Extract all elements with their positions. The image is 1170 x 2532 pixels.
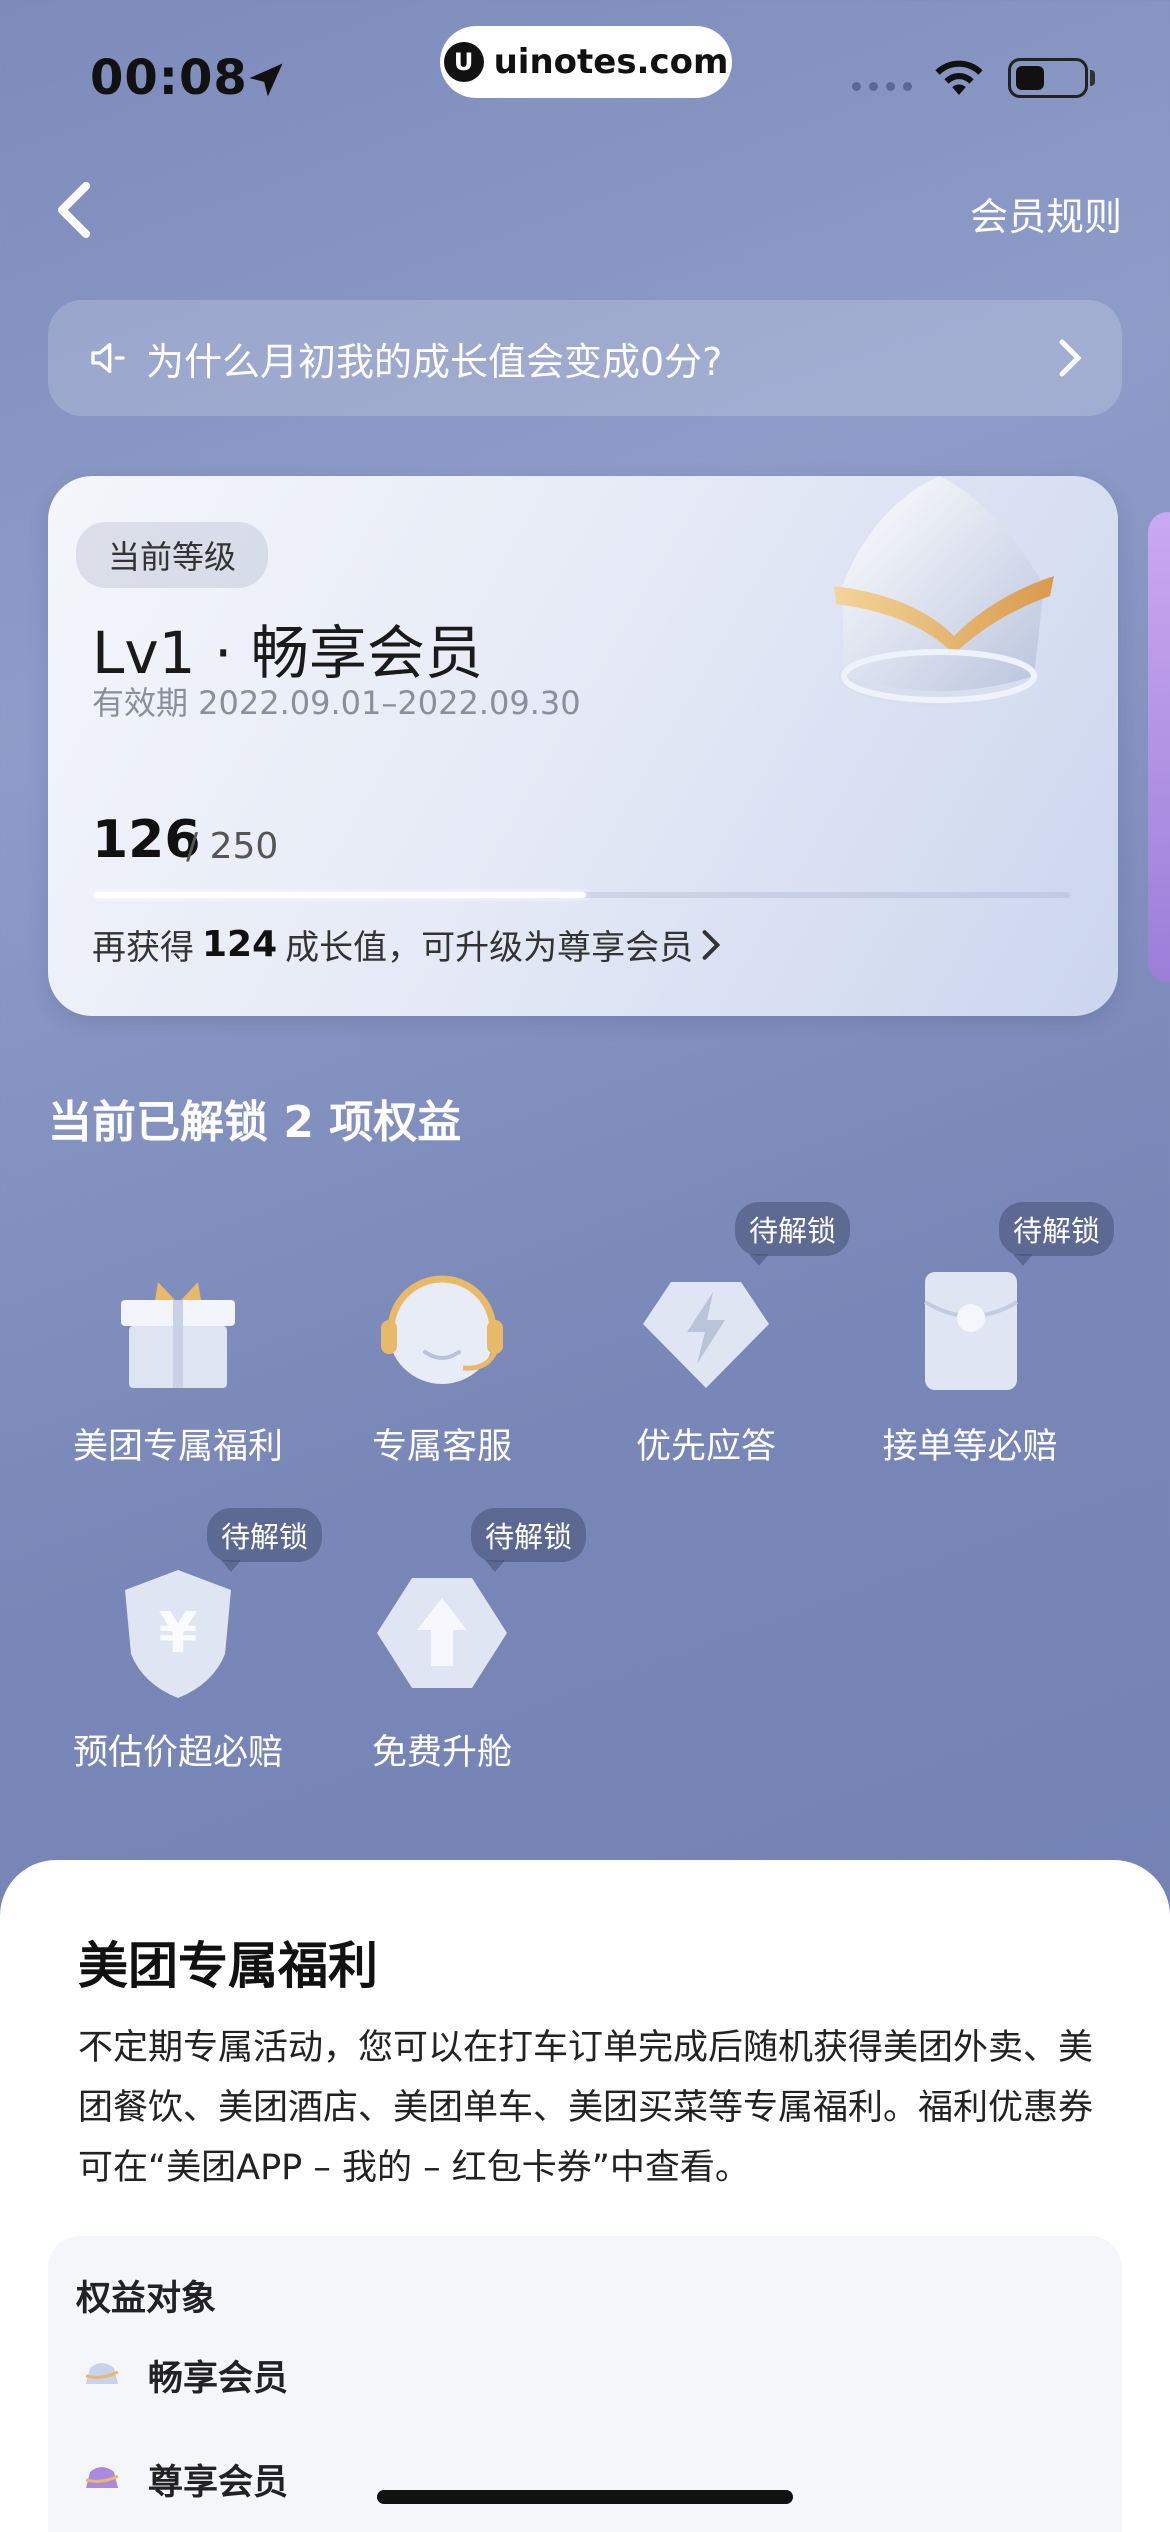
growth-value-total: / 250 [186, 826, 279, 867]
benefit-priority-response[interactable]: 优先应答 待解锁 [574, 1202, 850, 1482]
benefit-free-upgrade[interactable]: 免费升舱 待解锁 [310, 1508, 586, 1788]
upgrade-hint[interactable]: 再获得 124 成长值，可升级为尊享会员 [92, 920, 721, 969]
upgrade-value: 124 [202, 924, 278, 965]
battery-tip [1090, 70, 1095, 86]
chevron-right-icon [1059, 339, 1082, 377]
crown-icon [834, 476, 1054, 706]
audience-item-premium-member: 尊享会员 [80, 2454, 288, 2505]
member-rules-link[interactable]: 会员规则 [970, 186, 1122, 241]
benefit-label: 优先应答 [635, 1427, 776, 1467]
locked-tag: 待解锁 [206, 1508, 322, 1572]
benefit-meituan-exclusive[interactable]: 美团专属福利 [46, 1222, 310, 1482]
growth-value-current: 126 [92, 810, 201, 870]
benefit-accept-guarantee[interactable]: 接单等必赔 待解锁 [838, 1202, 1114, 1482]
gift-icon [121, 1282, 235, 1388]
current-level-badge: 当前等级 [76, 522, 269, 588]
benefit-label: 免费升舱 [371, 1733, 512, 1773]
growth-progress-bar [94, 892, 1070, 898]
growth-progress-fill [94, 892, 586, 898]
chevron-right-icon [702, 929, 721, 960]
locked-tag: 待解锁 [734, 1202, 850, 1266]
audience-item-enjoy-member: 畅享会员 [80, 2350, 288, 2401]
svg-text:¥: ¥ [159, 1601, 198, 1666]
sheet-description: 不定期专属活动，您可以在打车订单完成后随机获得美团外卖、美团餐饮、美团酒店、美团… [78, 2028, 1094, 2188]
faq-notice-bar[interactable]: 为什么月初我的成长值会变成0分? [48, 300, 1122, 416]
benefit-label: 专属客服 [371, 1427, 512, 1467]
watermark-text: uinotes.com [493, 42, 729, 82]
status-time: 00:08 [90, 50, 248, 106]
notice-text: 为什么月初我的成长值会变成0分? [146, 339, 723, 384]
level-card[interactable]: 当前等级 Lv1 · 畅享会员 有效期 2022.09.01–2022.09.3… [48, 476, 1118, 1016]
headset-icon [381, 1275, 503, 1384]
locked-tag: 待解锁 [470, 1508, 586, 1572]
back-chevron-icon[interactable] [52, 180, 96, 240]
envelope-icon [923, 1272, 1019, 1390]
unlocked-benefits-title: 当前已解锁 2 项权益 [48, 1097, 462, 1148]
upgrade-prefix: 再获得 [92, 928, 194, 968]
audience-label: 尊享会员 [148, 2463, 289, 2503]
cellular-signal-icon [852, 82, 912, 91]
speaker-icon [91, 343, 125, 373]
home-indicator[interactable] [377, 2490, 793, 2504]
audience-label: 畅享会员 [148, 2359, 289, 2399]
crown-badge-icon [85, 2466, 119, 2488]
benefit-price-guarantee[interactable]: ¥ 预估价超必赔 待解锁 [46, 1508, 322, 1788]
benefit-label: 预估价超必赔 [72, 1733, 283, 1773]
upgrade-suffix: 成长值，可升级为尊享会员 [285, 928, 694, 968]
benefit-label: 接单等必赔 [882, 1427, 1058, 1467]
level-validity: 有效期 2022.09.01–2022.09.30 [92, 684, 581, 722]
battery-icon [1008, 58, 1088, 98]
crown-badge-icon [85, 2362, 119, 2384]
lightning-icon [643, 1282, 769, 1388]
location-arrow-icon [249, 63, 283, 97]
sheet-title: 美团专属福利 [78, 1937, 378, 1995]
watermark-badge: U uinotes.com [440, 26, 732, 98]
audience-title: 权益对象 [76, 2279, 217, 2319]
wifi-icon [935, 60, 983, 95]
benefit-label: 美团专属福利 [72, 1427, 283, 1467]
locked-tag: 待解锁 [998, 1202, 1114, 1266]
watermark-logo-icon: U [443, 42, 484, 82]
upgrade-arrow-icon [377, 1578, 507, 1688]
benefit-exclusive-service[interactable]: 专属客服 [310, 1222, 574, 1482]
yuan-shield-icon: ¥ [125, 1570, 231, 1698]
next-level-card-peek[interactable] [1148, 512, 1170, 982]
